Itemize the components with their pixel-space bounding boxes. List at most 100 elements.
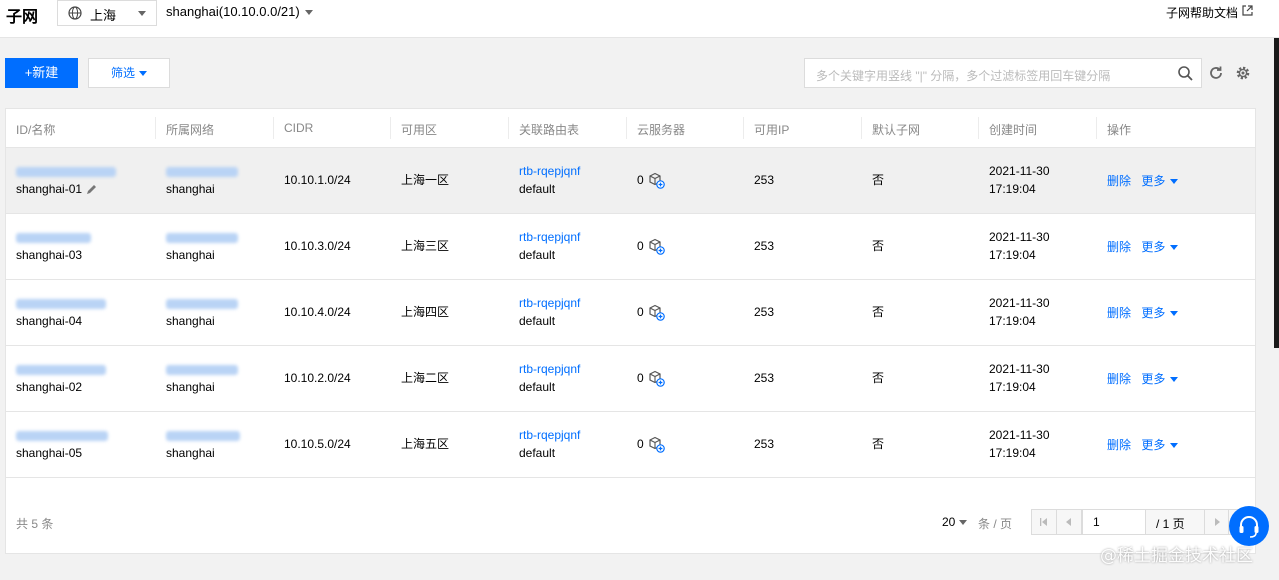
region-select[interactable]: 上海 (57, 0, 157, 26)
first-page-icon (1040, 518, 1047, 526)
vpc-id-link[interactable] (166, 426, 240, 444)
table-row: shanghai-03 shanghai 10.10.3.0/24 上海三区 r… (6, 214, 1255, 280)
column-header-created: 创建时间 (989, 123, 1038, 137)
subnet-id-link[interactable] (16, 360, 106, 378)
subnet-name: shanghai-03 (16, 248, 83, 262)
created-date: 2021-11-30 (989, 428, 1050, 442)
table-row: shanghai-02 shanghai 10.10.2.0/24 上海二区 r… (6, 346, 1255, 412)
prev-page-button[interactable] (1057, 510, 1082, 534)
vpc-id-link[interactable] (166, 162, 238, 180)
table-footer: 共 5 条 20 条 / 页 1 / 1 页 (6, 498, 1255, 554)
chevron-down-icon (304, 10, 313, 16)
created-time: 17:19:04 (989, 380, 1036, 394)
column-divider (1096, 117, 1097, 139)
cvm-count: 0 (637, 437, 644, 451)
vpc-id-link[interactable] (166, 294, 238, 312)
route-table-link[interactable]: rtb-rqepjqnf (519, 294, 580, 312)
delete-button[interactable]: 删除 (1107, 306, 1131, 320)
vpc-select[interactable]: shanghai(10.10.0.0/21) (166, 4, 313, 19)
more-label: 更多 (1141, 306, 1166, 320)
subnet-id-link[interactable] (16, 228, 91, 246)
customer-support-button[interactable] (1229, 506, 1269, 546)
created-date: 2021-11-30 (989, 230, 1050, 244)
route-table-name: default (519, 182, 556, 196)
default-subnet: 否 (872, 371, 885, 385)
delete-button[interactable]: 删除 (1107, 372, 1131, 386)
default-subnet: 否 (872, 437, 885, 451)
add-cvm-icon[interactable] (648, 172, 665, 189)
vpc-name: shanghai (166, 248, 215, 262)
column-divider (743, 117, 744, 139)
add-cvm-icon[interactable] (648, 304, 665, 321)
route-table-link[interactable]: rtb-rqepjqnf (519, 426, 580, 444)
more-dropdown[interactable]: 更多 (1141, 438, 1179, 452)
search-input[interactable]: 多个关键字用竖线 "|" 分隔，多个过滤标签用回车键分隔 (804, 58, 1202, 88)
external-link-icon (1242, 5, 1253, 16)
more-dropdown[interactable]: 更多 (1141, 174, 1179, 188)
page-number-input[interactable]: 1 (1082, 510, 1146, 534)
more-label: 更多 (1141, 174, 1166, 188)
vpc-id-link[interactable] (166, 360, 238, 378)
more-dropdown[interactable]: 更多 (1141, 240, 1179, 254)
vpc-id-link[interactable] (166, 228, 238, 246)
vpc-label: shanghai(10.10.0.0/21) (166, 4, 300, 19)
subnet-id-link[interactable] (16, 294, 106, 312)
chevron-down-icon (1170, 179, 1179, 185)
add-cvm-icon[interactable] (648, 370, 665, 387)
more-dropdown[interactable]: 更多 (1141, 372, 1179, 386)
available-ip: 253 (754, 305, 775, 319)
gear-icon[interactable] (1235, 65, 1251, 81)
column-header-available-ip: 可用IP (754, 123, 790, 137)
vpc-name: shanghai (166, 380, 215, 394)
route-table-link[interactable]: rtb-rqepjqnf (519, 360, 580, 378)
delete-button[interactable]: 删除 (1107, 438, 1131, 452)
available-ip: 253 (754, 239, 775, 253)
add-cvm-icon[interactable] (648, 238, 665, 255)
zone-value: 上海五区 (401, 437, 450, 451)
vpc-name: shanghai (166, 182, 215, 196)
subnet-name: shanghai-04 (16, 314, 83, 328)
route-table-name: default (519, 248, 556, 262)
more-label: 更多 (1141, 372, 1166, 386)
edit-icon[interactable] (86, 184, 97, 195)
cidr-value: 10.10.3.0/24 (284, 239, 351, 253)
table-row: shanghai-05 shanghai 10.10.5.0/24 上海五区 r… (6, 412, 1255, 478)
vpc-name: shanghai (166, 314, 215, 328)
vpc-name: shanghai (166, 446, 215, 460)
subnet-id-link[interactable] (16, 162, 116, 180)
subnet-name: shanghai-05 (16, 446, 83, 460)
redacted-id (16, 232, 91, 243)
cidr-value: 10.10.4.0/24 (284, 305, 351, 319)
column-header-cvm: 云服务器 (637, 123, 686, 137)
created-time: 17:19:04 (989, 446, 1036, 460)
route-table-name: default (519, 314, 556, 328)
page-size-value: 20 (942, 515, 956, 529)
redacted-vpc-id (166, 232, 238, 243)
refresh-icon[interactable] (1208, 65, 1224, 81)
first-page-button[interactable] (1032, 510, 1057, 534)
new-subnet-button[interactable]: +新建 (5, 58, 78, 88)
available-ip: 253 (754, 437, 775, 451)
route-table-name: default (519, 446, 556, 460)
column-divider (155, 117, 156, 139)
route-table-link[interactable]: rtb-rqepjqnf (519, 162, 580, 180)
chevron-down-icon (1170, 311, 1179, 317)
cvm-count: 0 (637, 173, 644, 187)
search-icon[interactable] (1178, 66, 1193, 81)
subnet-id-link[interactable] (16, 426, 108, 444)
delete-button[interactable]: 删除 (1107, 240, 1131, 254)
column-divider (861, 117, 862, 139)
page-size-select[interactable]: 20 (942, 515, 968, 529)
delete-button[interactable]: 删除 (1107, 174, 1131, 188)
more-dropdown[interactable]: 更多 (1141, 306, 1179, 320)
zone-value: 上海一区 (401, 173, 450, 187)
add-cvm-icon[interactable] (648, 436, 665, 453)
route-table-link[interactable]: rtb-rqepjqnf (519, 228, 580, 246)
cidr-value: 10.10.1.0/24 (284, 173, 351, 187)
default-subnet: 否 (872, 239, 885, 253)
table-row: shanghai-01 shanghai 10.10.1.0/24 上海一区 r… (6, 148, 1255, 214)
next-page-button[interactable] (1204, 510, 1229, 534)
help-doc-link[interactable]: 子网帮助文档 (1166, 4, 1253, 21)
next-page-icon (1215, 518, 1220, 526)
filter-button[interactable]: 筛选 (88, 58, 170, 88)
